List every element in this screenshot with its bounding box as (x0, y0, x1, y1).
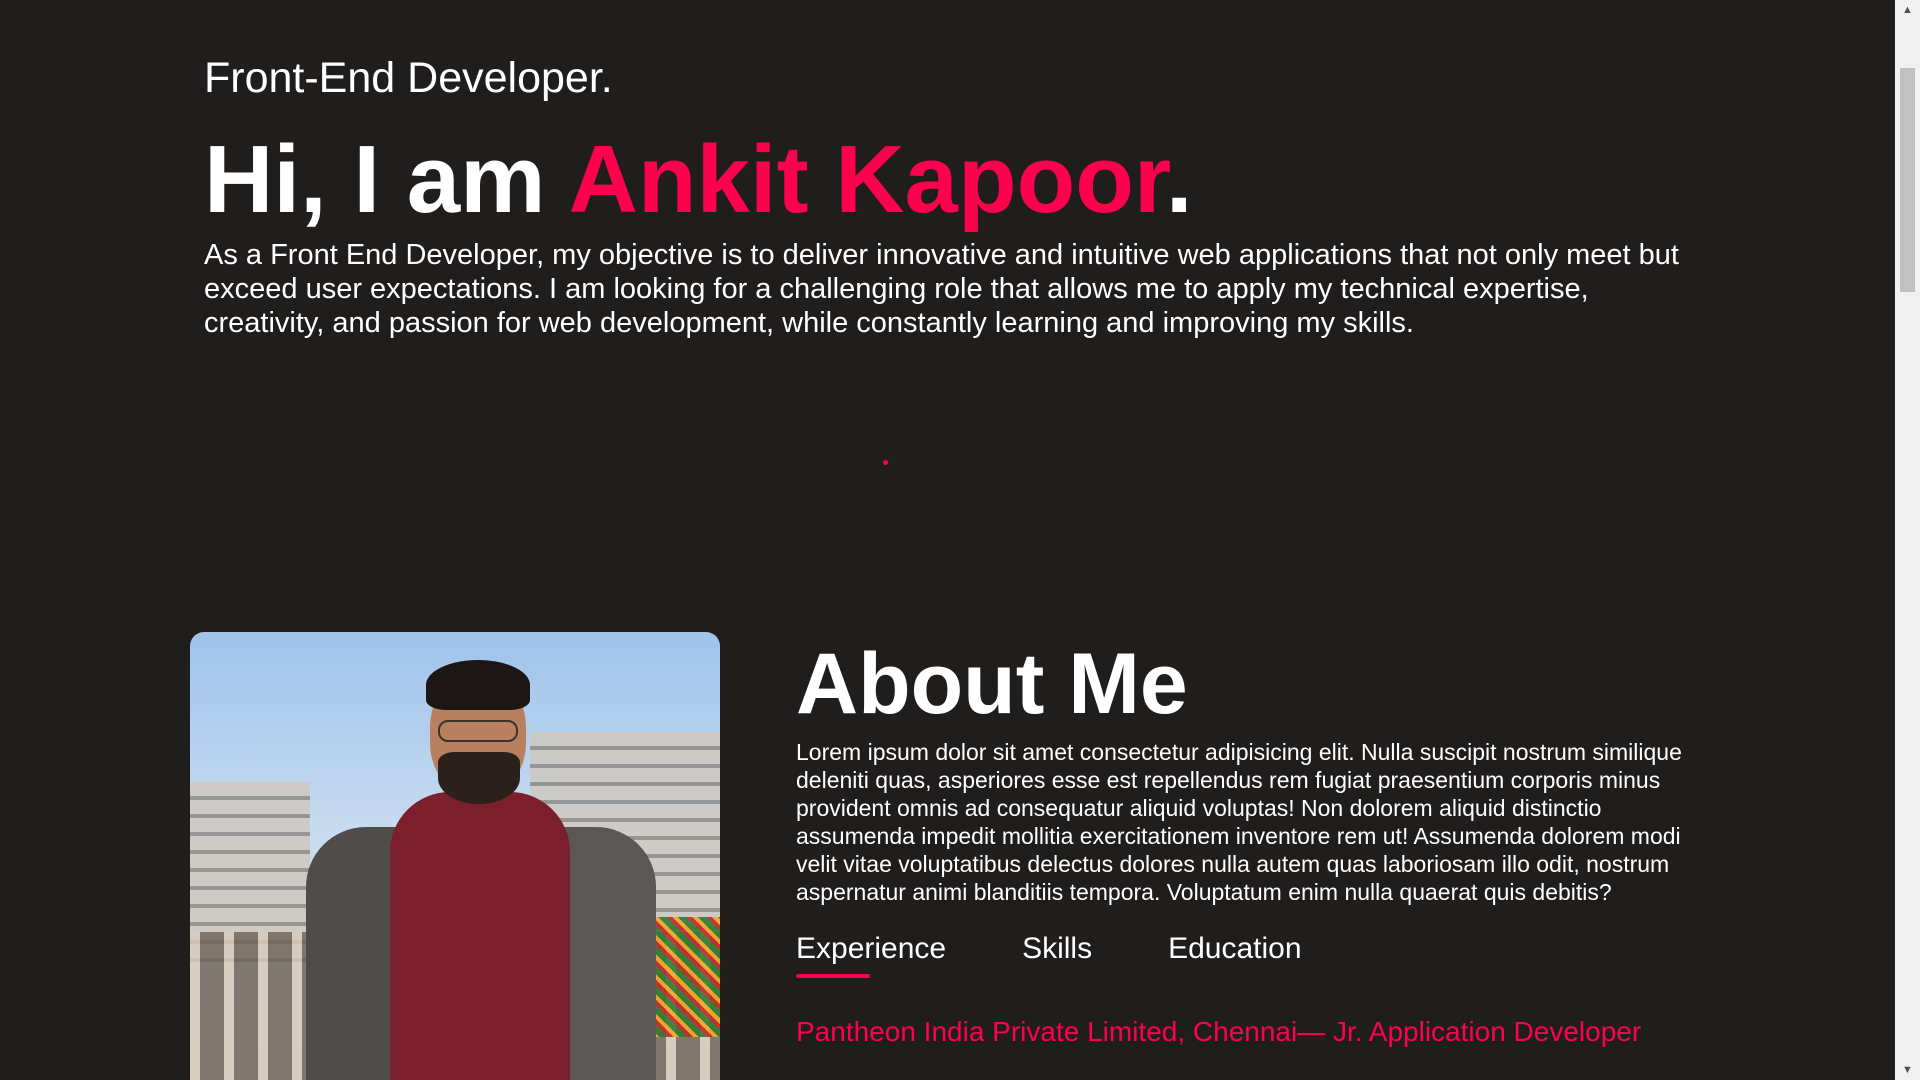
tab-education[interactable]: Education (1168, 932, 1301, 978)
hero-role: Front-End Developer. (204, 54, 613, 102)
scroll-up-arrow-icon[interactable]: ▲ (1895, 0, 1920, 20)
hero-name: Ankit Kapoor (568, 126, 1166, 233)
tab-skills[interactable]: Skills (1022, 932, 1092, 978)
hero-greeting: Hi, I am (204, 126, 569, 233)
hero-title: Hi, I am Ankit Kapoor. (204, 130, 1193, 230)
hero-period: . (1165, 126, 1193, 233)
tab-experience[interactable]: Experience (796, 932, 946, 978)
vertical-scrollbar[interactable]: ▲ ▼ (1895, 0, 1920, 1080)
about-text: Lorem ipsum dolor sit amet consectetur a… (796, 739, 1682, 905)
about-title: About Me (796, 636, 1188, 732)
profile-photo (190, 632, 720, 1080)
cursor-dot (883, 460, 888, 465)
about-section: About Me Lorem ipsum dolor sit amet cons… (796, 638, 1708, 1048)
hero-section: Front-End Developer. Hi, I am Ankit Kapo… (204, 50, 1704, 339)
hero-objective: As a Front End Developer, my objective i… (204, 239, 1679, 339)
experience-entry: Pantheon India Private Limited, Chennai—… (796, 1016, 1642, 1047)
portfolio-page: Front-End Developer. Hi, I am Ankit Kapo… (0, 0, 1920, 1080)
about-tabs: Experience Skills Education (796, 932, 1708, 978)
scroll-down-arrow-icon[interactable]: ▼ (1895, 1060, 1920, 1080)
scroll-thumb[interactable] (1900, 68, 1915, 292)
